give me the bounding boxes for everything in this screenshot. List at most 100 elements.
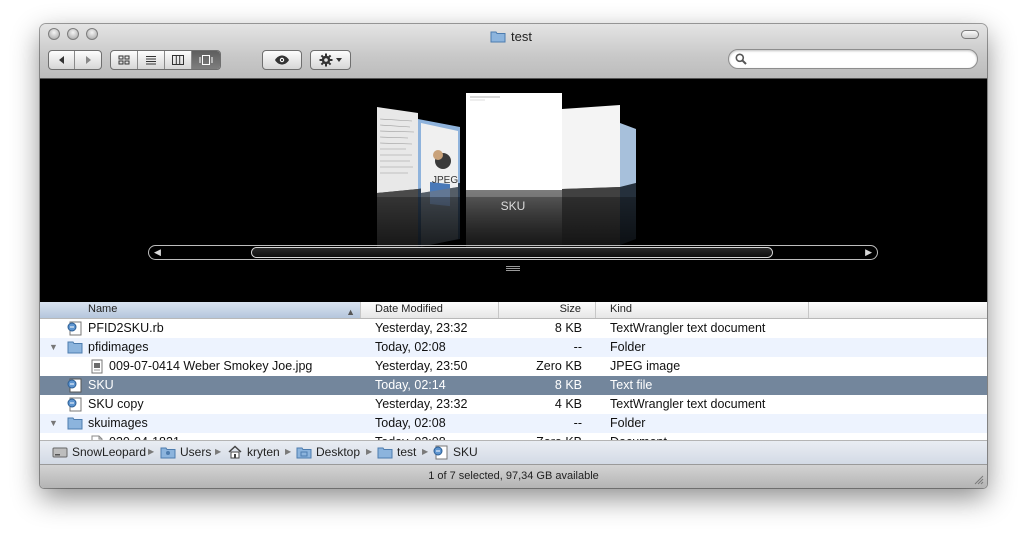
file-list: PFID2SKU.rb Yesterday, 23:32 8 KB TextWr… bbox=[40, 319, 987, 450]
close-button[interactable] bbox=[48, 28, 60, 40]
coverflow-scrollbar[interactable]: ◀ ▶ bbox=[148, 245, 878, 260]
file-size: 8 KB bbox=[554, 321, 582, 335]
file-date: Yesterday, 23:32 bbox=[375, 321, 468, 335]
column-size[interactable]: Size bbox=[499, 302, 596, 318]
window-title: test bbox=[490, 28, 532, 44]
path-item-snowleopard[interactable]: SnowLeopard bbox=[52, 444, 146, 460]
window-title-text: test bbox=[511, 28, 532, 44]
minimize-button[interactable] bbox=[67, 28, 79, 40]
action-menu-button[interactable] bbox=[311, 51, 350, 69]
file-date: Yesterday, 23:32 bbox=[375, 397, 468, 411]
path-item-desktop[interactable]: Desktop bbox=[296, 444, 360, 460]
path-separator-icon: ▶ bbox=[215, 447, 222, 456]
path-separator-icon: ▶ bbox=[366, 447, 373, 456]
coverflow-icon bbox=[199, 55, 213, 65]
cover-jpeg-label: JPEG bbox=[432, 175, 458, 186]
coverflow-area[interactable]: JPEG SKU ◀ ▶ bbox=[40, 79, 987, 302]
file-kind: JPEG image bbox=[610, 359, 681, 373]
zoom-button[interactable] bbox=[86, 28, 98, 40]
scroll-left-arrow-icon[interactable]: ◀ bbox=[154, 247, 161, 258]
users-folder-icon bbox=[160, 447, 176, 458]
file-kind: Folder bbox=[610, 416, 646, 430]
path-separator-icon: ▶ bbox=[285, 447, 292, 456]
column-kind[interactable]: Kind bbox=[596, 302, 809, 318]
table-row[interactable]: ▼ skuimages Today, 02:08 -- Folder bbox=[40, 414, 987, 433]
resize-grip-icon[interactable] bbox=[974, 475, 984, 485]
path-bar: SnowLeopard ▶ Users ▶ kryten ▶ Desktop ▶… bbox=[40, 440, 987, 465]
path-separator-icon: ▶ bbox=[422, 447, 429, 456]
table-row[interactable]: ▼ pfidimages Today, 02:08 -- Folder bbox=[40, 338, 987, 357]
hard-drive-icon bbox=[52, 447, 68, 458]
column-kind-label: Kind bbox=[610, 303, 633, 315]
path-item-users[interactable]: Users bbox=[160, 444, 211, 460]
column-header: Name ▲ Date Modified Size Kind bbox=[40, 302, 987, 319]
file-date: Today, 02:08 bbox=[375, 416, 446, 430]
file-name: SKU bbox=[88, 378, 114, 392]
chevron-down-icon bbox=[336, 58, 342, 62]
quicklook-button[interactable] bbox=[263, 51, 301, 69]
path-item-kryten[interactable]: kryten bbox=[227, 444, 280, 460]
status-text: 1 of 7 selected, 97,34 GB available bbox=[428, 470, 599, 482]
file-kind: Folder bbox=[610, 340, 646, 354]
status-bar: 1 of 7 selected, 97,34 GB available bbox=[40, 465, 987, 488]
file-date: Yesterday, 23:50 bbox=[375, 359, 468, 373]
columns-icon bbox=[172, 55, 184, 65]
file-kind: TextWrangler text document bbox=[610, 397, 766, 411]
forward-button[interactable] bbox=[75, 51, 101, 69]
column-date-label: Date Modified bbox=[375, 303, 443, 315]
toolbar-toggle-button[interactable] bbox=[961, 30, 979, 39]
file-date: Today, 02:08 bbox=[375, 340, 446, 354]
list-icon bbox=[146, 56, 156, 65]
finder-window: test JPEG SKU ◀ ▶ Name ▲ Date Modified S… bbox=[40, 24, 987, 488]
column-name[interactable]: Name ▲ bbox=[40, 302, 361, 318]
back-button[interactable] bbox=[49, 51, 75, 69]
table-row[interactable]: PFID2SKU.rb Yesterday, 23:32 8 KB TextWr… bbox=[40, 319, 987, 338]
column-name-label: Name bbox=[88, 303, 118, 315]
path-item-sku[interactable]: SKU bbox=[433, 444, 478, 460]
column-date[interactable]: Date Modified bbox=[361, 302, 499, 318]
coverflow-scroll-thumb[interactable] bbox=[251, 247, 773, 258]
column-empty bbox=[809, 302, 987, 318]
eye-icon bbox=[275, 55, 289, 65]
file-date: Today, 02:14 bbox=[375, 378, 446, 392]
column-view-button[interactable] bbox=[165, 51, 192, 69]
forward-arrow-icon bbox=[86, 56, 91, 64]
file-name: pfidimages bbox=[88, 340, 149, 354]
quicklook-group bbox=[262, 50, 302, 70]
nav-buttons bbox=[48, 50, 102, 70]
path-item-test[interactable]: test bbox=[377, 444, 416, 460]
path-label: Desktop bbox=[316, 445, 361, 459]
table-row[interactable]: 009-07-0414 Weber Smokey Joe.jpg Yesterd… bbox=[40, 357, 987, 376]
sort-ascending-icon: ▲ bbox=[346, 307, 355, 317]
file-name: PFID2SKU.rb bbox=[88, 321, 164, 335]
action-group bbox=[310, 50, 351, 70]
back-arrow-icon bbox=[58, 56, 64, 64]
titlebar: test bbox=[40, 24, 987, 79]
file-name: SKU copy bbox=[88, 397, 144, 411]
file-size: 4 KB bbox=[554, 397, 582, 411]
desktop-folder-icon bbox=[296, 447, 312, 458]
search-input[interactable] bbox=[751, 51, 975, 69]
folder-icon bbox=[377, 447, 393, 458]
path-label: SnowLeopard bbox=[72, 445, 147, 459]
file-name: 009-07-0414 Weber Smokey Joe.jpg bbox=[109, 359, 313, 373]
coverflow-view-button[interactable] bbox=[192, 51, 220, 69]
file-kind: TextWrangler text document bbox=[610, 321, 766, 335]
list-view-button[interactable] bbox=[138, 51, 165, 69]
column-size-label: Size bbox=[559, 303, 581, 315]
file-size: -- bbox=[573, 340, 582, 354]
gear-icon bbox=[319, 53, 333, 67]
icon-view-button[interactable] bbox=[111, 51, 138, 69]
path-label: SKU bbox=[453, 445, 478, 459]
scroll-right-arrow-icon[interactable]: ▶ bbox=[865, 247, 872, 258]
file-name: skuimages bbox=[88, 416, 148, 430]
home-icon bbox=[228, 445, 242, 459]
textwrangler-doc-icon bbox=[433, 445, 448, 459]
search-field[interactable] bbox=[728, 49, 978, 69]
table-row[interactable]: SKU copy Yesterday, 23:32 4 KB TextWrang… bbox=[40, 395, 987, 414]
path-label: kryten bbox=[247, 445, 280, 459]
file-size: Zero KB bbox=[536, 359, 582, 373]
view-buttons bbox=[110, 50, 221, 70]
coverflow-resize-handle[interactable] bbox=[506, 265, 520, 273]
table-row-selected[interactable]: SKU Today, 02:14 8 KB Text file bbox=[40, 376, 987, 395]
